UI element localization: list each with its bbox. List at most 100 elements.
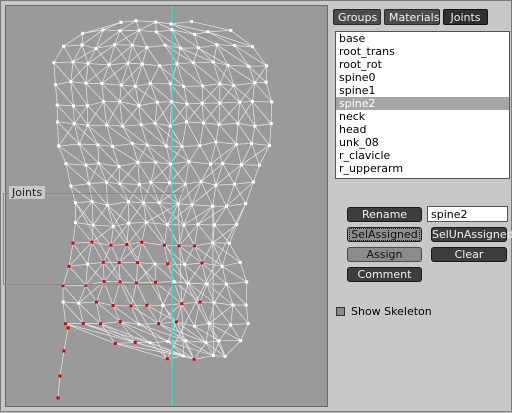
mesh-vertex[interactable] bbox=[65, 162, 68, 165]
mesh-vertex[interactable] bbox=[52, 61, 55, 64]
mesh-vertex[interactable] bbox=[169, 22, 172, 25]
mesh-vertex[interactable] bbox=[235, 223, 238, 226]
mesh-vertex[interactable] bbox=[185, 102, 188, 105]
mesh-vertex[interactable] bbox=[140, 123, 143, 126]
mesh-vertex[interactable] bbox=[154, 21, 157, 24]
tab-groups[interactable]: Groups bbox=[333, 9, 381, 25]
mesh-vertex[interactable] bbox=[192, 61, 195, 64]
mesh-vertex[interactable] bbox=[118, 29, 121, 32]
rename-button[interactable]: Rename bbox=[347, 207, 422, 222]
mesh-vertex[interactable] bbox=[253, 81, 256, 84]
assigned-vertex[interactable] bbox=[193, 244, 196, 247]
mesh-vertex[interactable] bbox=[221, 265, 224, 268]
mesh-vertex[interactable] bbox=[193, 325, 196, 328]
mesh-vertex[interactable] bbox=[245, 280, 248, 283]
mesh-vertex[interactable] bbox=[190, 20, 193, 23]
mesh-vertex[interactable] bbox=[244, 202, 247, 205]
mesh-vertex[interactable] bbox=[156, 101, 159, 104]
mesh-vertex[interactable] bbox=[169, 124, 172, 127]
assigned-vertex[interactable] bbox=[82, 322, 85, 325]
mesh-vertex[interactable] bbox=[165, 145, 168, 148]
joint-name-field[interactable] bbox=[427, 206, 508, 222]
mesh-vertex[interactable] bbox=[212, 61, 215, 64]
mesh-vertex[interactable] bbox=[265, 81, 268, 84]
mesh-vertex[interactable] bbox=[137, 104, 140, 107]
mesh-vertex[interactable] bbox=[102, 100, 105, 103]
mesh-vertex[interactable] bbox=[56, 121, 59, 124]
mesh-vertex[interactable] bbox=[118, 182, 121, 185]
mesh-vertex[interactable] bbox=[212, 354, 215, 357]
mesh-vertex[interactable] bbox=[95, 47, 98, 50]
mesh-vertex[interactable] bbox=[181, 145, 184, 148]
mesh-vertex[interactable] bbox=[250, 142, 253, 145]
mesh-vertex[interactable] bbox=[270, 100, 273, 103]
mesh-vertex[interactable] bbox=[187, 282, 190, 285]
mesh-vertex[interactable] bbox=[205, 341, 208, 344]
mesh-vertex[interactable] bbox=[121, 125, 124, 128]
assign-button[interactable]: Assign bbox=[347, 247, 422, 262]
joint-list-item[interactable]: base bbox=[336, 32, 509, 45]
mesh-vertex[interactable] bbox=[86, 62, 89, 65]
mesh-vertex[interactable] bbox=[233, 44, 236, 47]
mesh-vertex[interactable] bbox=[119, 21, 122, 24]
mesh-vertex[interactable] bbox=[231, 303, 234, 306]
joint-list-item[interactable]: r_upperarm bbox=[336, 162, 509, 175]
mesh-vertex[interactable] bbox=[190, 203, 193, 206]
mesh-vertex[interactable] bbox=[239, 261, 242, 264]
mesh-vertex[interactable] bbox=[170, 100, 173, 103]
mesh-vertex[interactable] bbox=[236, 122, 239, 125]
mesh-vertex[interactable] bbox=[201, 102, 204, 105]
mesh-vertex[interactable] bbox=[218, 123, 221, 126]
assigned-vertex[interactable] bbox=[99, 322, 102, 325]
mesh-vertex[interactable] bbox=[96, 143, 99, 146]
joint-list[interactable]: baseroot_transroot_rotspine0spine1spine2… bbox=[335, 31, 510, 179]
mesh-vertex[interactable] bbox=[270, 122, 273, 125]
assigned-vertex[interactable] bbox=[95, 301, 98, 304]
mesh-vertex[interactable] bbox=[131, 142, 134, 145]
mesh-vertex[interactable] bbox=[182, 354, 185, 357]
mesh-vertex[interactable] bbox=[54, 83, 57, 86]
joint-list-item[interactable]: root_trans bbox=[336, 45, 509, 58]
mesh-vertex[interactable] bbox=[153, 122, 156, 125]
assigned-vertex[interactable] bbox=[130, 304, 133, 307]
mesh-vertex[interactable] bbox=[85, 82, 88, 85]
mesh-vertex[interactable] bbox=[155, 30, 158, 33]
mesh-vertex[interactable] bbox=[62, 300, 65, 303]
mesh-vertex[interactable] bbox=[77, 302, 80, 305]
mesh-vertex[interactable] bbox=[213, 301, 216, 304]
mesh-vertex[interactable] bbox=[225, 205, 228, 208]
mesh-vertex[interactable] bbox=[218, 339, 221, 342]
assigned-vertex[interactable] bbox=[57, 397, 60, 400]
mesh-vertex[interactable] bbox=[218, 82, 221, 85]
assigned-vertex[interactable] bbox=[67, 327, 70, 330]
mesh-vertex[interactable] bbox=[214, 184, 217, 187]
tab-joints[interactable]: Joints bbox=[443, 9, 488, 25]
mesh-vertex[interactable] bbox=[120, 84, 123, 87]
mesh-vertex[interactable] bbox=[148, 341, 151, 344]
mesh-vertex[interactable] bbox=[85, 164, 88, 167]
assigned-vertex[interactable] bbox=[166, 357, 169, 360]
mesh-vertex[interactable] bbox=[138, 29, 141, 32]
mesh-vertex[interactable] bbox=[225, 283, 228, 286]
mesh-vertex[interactable] bbox=[169, 163, 172, 166]
mesh-vertex[interactable] bbox=[224, 355, 227, 358]
assigned-vertex[interactable] bbox=[175, 320, 178, 323]
mesh-vertex[interactable] bbox=[211, 205, 214, 208]
mesh-vertex[interactable] bbox=[208, 322, 211, 325]
assigned-vertex[interactable] bbox=[199, 301, 202, 304]
mesh-vertex[interactable] bbox=[111, 145, 114, 148]
mesh-vertex[interactable] bbox=[101, 28, 104, 31]
mesh-vertex[interactable] bbox=[252, 181, 255, 184]
mesh-vertex[interactable] bbox=[176, 62, 179, 65]
mesh-vertex[interactable] bbox=[187, 160, 190, 163]
mesh-vertex[interactable] bbox=[206, 30, 209, 33]
mesh-vertex[interactable] bbox=[97, 162, 100, 165]
mesh-vertex[interactable] bbox=[145, 46, 148, 49]
mesh-vertex[interactable] bbox=[135, 19, 138, 22]
mesh-vertex[interactable] bbox=[251, 100, 254, 103]
mesh-vertex[interactable] bbox=[149, 82, 152, 85]
mesh-vertex[interactable] bbox=[105, 124, 108, 127]
mesh-vertex[interactable] bbox=[134, 85, 137, 88]
joint-list-item[interactable]: unk_08 bbox=[336, 136, 509, 149]
mesh-vertex[interactable] bbox=[240, 163, 243, 166]
